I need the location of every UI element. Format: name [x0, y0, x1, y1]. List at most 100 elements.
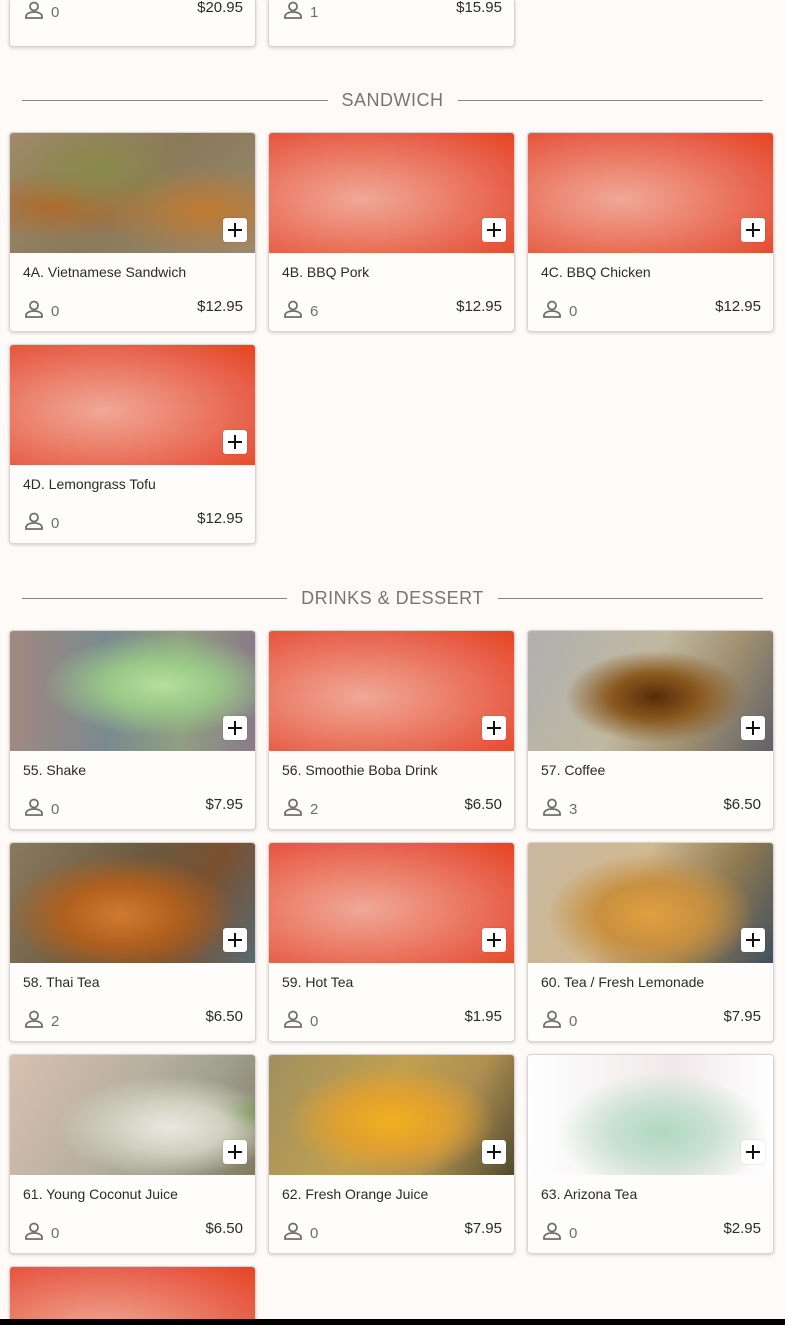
section-title: SANDWICH — [341, 89, 444, 110]
divider — [457, 99, 763, 101]
menu-item-card[interactable]: 62. Fresh Orange Juice 0 $7.95 — [268, 1054, 515, 1254]
menu-item-card[interactable]: 1 $15.95 — [268, 0, 515, 47]
add-item-button[interactable] — [223, 218, 247, 242]
item-name: 4C. BBQ Chicken — [541, 264, 651, 280]
menu-item-card[interactable]: 4D. Lemongrass Tofu 0 $12.95 — [9, 344, 256, 544]
plus-icon — [746, 1145, 760, 1159]
divider — [22, 597, 288, 599]
order-count: 6 — [310, 303, 319, 320]
add-item-button[interactable] — [223, 928, 247, 952]
add-item-button[interactable] — [482, 928, 506, 952]
item-photo — [269, 133, 514, 253]
menu-item-card[interactable]: 63. Arizona Tea 0 $2.95 — [527, 1054, 774, 1254]
item-price: $6.50 — [723, 796, 761, 813]
item-photo — [10, 1267, 255, 1323]
menu-item-card[interactable]: 59. Hot Tea 0 $1.95 — [268, 842, 515, 1042]
plus-icon — [228, 1145, 242, 1159]
item-name: 4A. Vietnamese Sandwich — [23, 264, 187, 280]
item-price: $15.95 — [456, 0, 502, 16]
person-icon — [284, 798, 302, 816]
item-price: $6.50 — [205, 1220, 243, 1237]
section-title: DRINKS & DESSERT — [301, 587, 484, 608]
add-item-button[interactable] — [223, 430, 247, 454]
item-photo — [528, 1055, 773, 1175]
add-item-button[interactable] — [482, 218, 506, 242]
person-icon — [543, 1010, 561, 1028]
item-photo — [10, 133, 255, 253]
menu-item-card[interactable]: 56. Smoothie Boba Drink 2 $6.50 — [268, 630, 515, 830]
person-icon — [284, 1222, 302, 1240]
item-name: 56. Smoothie Boba Drink — [282, 762, 438, 778]
add-item-button[interactable] — [223, 716, 247, 740]
item-name: 55. Shake — [23, 762, 87, 778]
item-photo — [269, 1055, 514, 1175]
plus-icon — [487, 223, 501, 237]
add-item-button[interactable] — [482, 1140, 506, 1164]
menu-item-card[interactable]: 60. Tea / Fresh Lemonade 0 $7.95 — [527, 842, 774, 1042]
item-price: $12.95 — [197, 510, 243, 527]
person-icon — [25, 1, 43, 19]
order-count: 0 — [51, 4, 60, 21]
plus-icon — [746, 223, 760, 237]
item-price: $1.95 — [464, 1008, 502, 1025]
order-count: 0 — [51, 1225, 60, 1242]
item-name: 4B. BBQ Pork — [282, 264, 370, 280]
person-icon — [543, 1222, 561, 1240]
add-item-button[interactable] — [741, 928, 765, 952]
menu-item-card[interactable]: 61. Young Coconut Juice 0 $6.50 — [9, 1054, 256, 1254]
item-price: $6.50 — [205, 1008, 243, 1025]
item-price: $7.95 — [205, 796, 243, 813]
add-item-button[interactable] — [223, 1140, 247, 1164]
menu-item-card[interactable]: 4C. BBQ Chicken 0 $12.95 — [527, 132, 774, 332]
person-icon — [543, 300, 561, 318]
person-icon — [25, 1222, 43, 1240]
item-price: $12.95 — [197, 298, 243, 315]
add-item-button[interactable] — [482, 716, 506, 740]
menu-item-card[interactable]: 57. Coffee 3 $6.50 — [527, 630, 774, 830]
person-icon — [284, 1010, 302, 1028]
plus-icon — [487, 1145, 501, 1159]
item-name: 63. Arizona Tea — [541, 1186, 638, 1202]
person-icon — [25, 798, 43, 816]
item-photo — [10, 843, 255, 963]
plus-icon — [228, 933, 242, 947]
bottom-bar — [0, 1319, 785, 1325]
item-name: 62. Fresh Orange Juice — [282, 1186, 429, 1202]
add-item-button[interactable] — [741, 716, 765, 740]
item-name: 57. Coffee — [541, 762, 606, 778]
person-icon — [25, 1010, 43, 1028]
person-icon — [25, 300, 43, 318]
section-header-drinks: DRINKS & DESSERT — [22, 586, 763, 610]
item-photo — [10, 631, 255, 751]
divider — [22, 99, 328, 101]
order-count: 0 — [310, 1013, 319, 1030]
order-count: 0 — [51, 515, 60, 532]
item-price: $7.95 — [723, 1008, 761, 1025]
person-icon — [284, 300, 302, 318]
menu-item-card[interactable]: 0 $20.95 — [9, 0, 256, 47]
item-price: $12.95 — [456, 298, 502, 315]
item-price: $7.95 — [464, 1220, 502, 1237]
order-count: 0 — [569, 1013, 578, 1030]
plus-icon — [487, 933, 501, 947]
order-count: 0 — [569, 1225, 578, 1242]
menu-item-card[interactable]: 4A. Vietnamese Sandwich 0 $12.95 — [9, 132, 256, 332]
item-price: $20.95 — [197, 0, 243, 16]
item-name: 61. Young Coconut Juice — [23, 1186, 178, 1202]
add-item-button[interactable] — [741, 1140, 765, 1164]
item-name: 60. Tea / Fresh Lemonade — [541, 974, 705, 990]
plus-icon — [228, 435, 242, 449]
menu-item-card[interactable] — [9, 1266, 256, 1324]
plus-icon — [228, 721, 242, 735]
menu-item-card[interactable]: 4B. BBQ Pork 6 $12.95 — [268, 132, 515, 332]
menu-item-card[interactable]: 55. Shake 0 $7.95 — [9, 630, 256, 830]
person-icon — [284, 1, 302, 19]
section-header-sandwich: SANDWICH — [22, 88, 763, 112]
add-item-button[interactable] — [741, 218, 765, 242]
menu-item-card[interactable]: 58. Thai Tea 2 $6.50 — [9, 842, 256, 1042]
divider — [497, 597, 763, 599]
order-count: 3 — [569, 801, 578, 818]
item-price: $12.95 — [715, 298, 761, 315]
order-count: 2 — [310, 801, 319, 818]
item-name: 4D. Lemongrass Tofu — [23, 476, 156, 492]
